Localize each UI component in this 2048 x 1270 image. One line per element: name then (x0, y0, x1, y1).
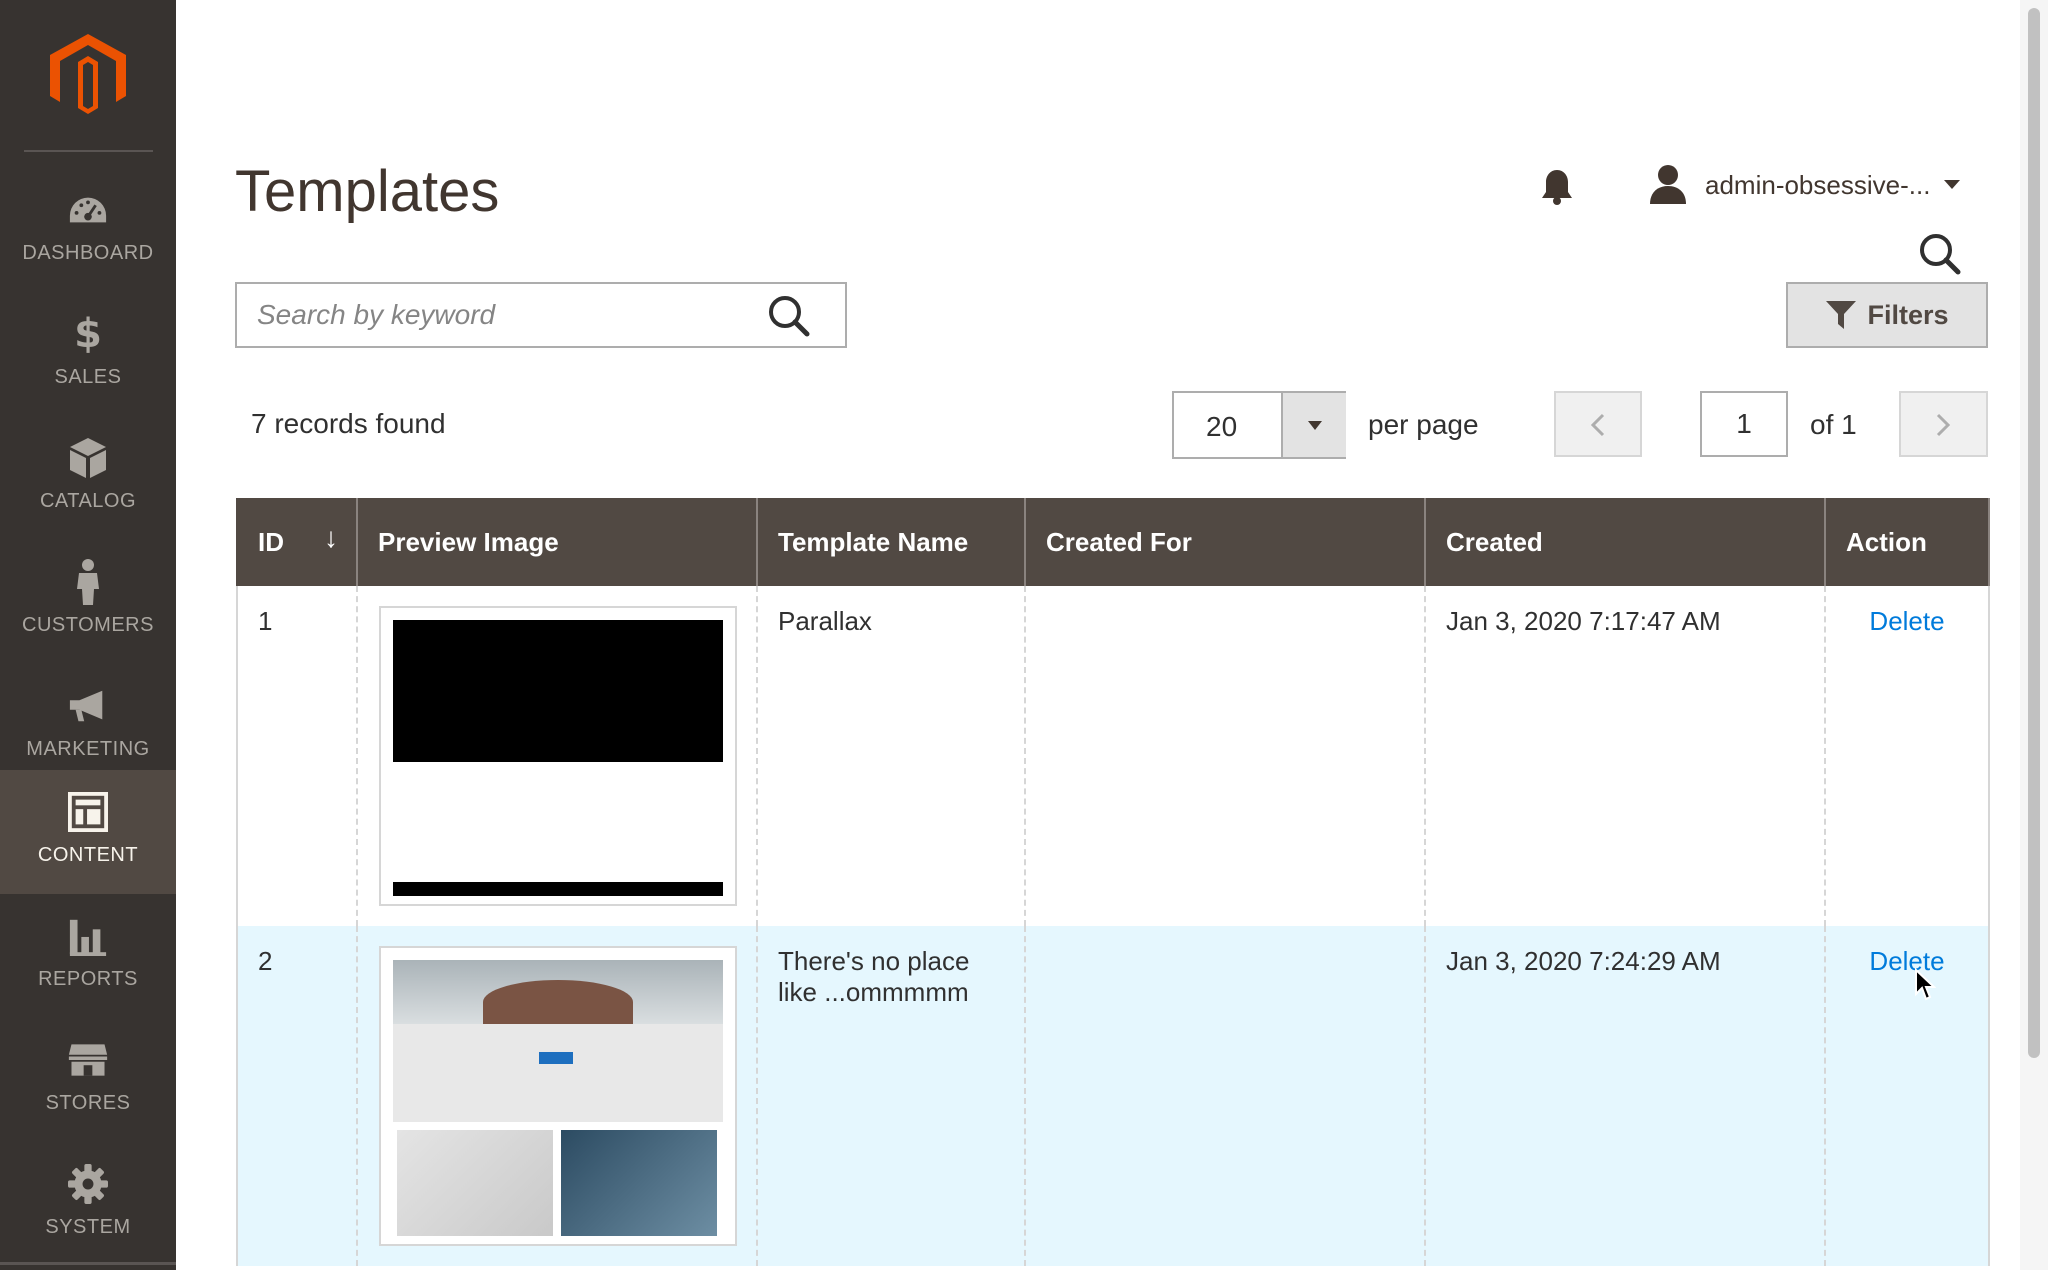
chevron-down-icon[interactable] (1944, 180, 1960, 189)
sidebar-divider (0, 1262, 176, 1265)
search-icon[interactable] (1918, 232, 1962, 276)
cell-template-name: Parallax (756, 586, 1026, 926)
sidebar-item-label: SALES (54, 366, 122, 388)
keyword-search (235, 282, 847, 348)
column-label: Created (1446, 526, 1543, 557)
records-count: 7 records found (251, 408, 446, 439)
sidebar-item-label: REPORTS (38, 968, 138, 990)
sidebar-item-dashboard[interactable]: DASHBOARD (0, 168, 176, 292)
sidebar-item-label: STORES (45, 1092, 131, 1114)
filter-icon (1826, 301, 1857, 329)
sidebar-item-system[interactable]: SYSTEM (0, 1142, 176, 1266)
magento-logo[interactable] (50, 34, 126, 116)
delete-link[interactable]: Delete (1846, 946, 1968, 977)
sidebar-item-catalog[interactable]: CATALOG (0, 416, 176, 540)
preview-hero-button (539, 1052, 573, 1064)
previous-page-button[interactable] (1554, 391, 1642, 457)
chevron-down-icon[interactable] (1281, 393, 1346, 457)
cell-action: Delete (1824, 586, 1990, 926)
gear-icon (68, 1162, 108, 1206)
sidebar-divider (24, 150, 153, 152)
column-label: Action (1846, 526, 1927, 557)
cell-preview-image (356, 586, 758, 926)
preview-image-fitness (561, 1130, 717, 1236)
cell-created: Jan 3, 2020 7:24:29 AM (1424, 926, 1826, 1266)
per-page-label: per page (1368, 409, 1479, 440)
cell-created-for (1024, 926, 1426, 1266)
cell-id: 2 (236, 926, 358, 1266)
preview-hero-rock (483, 980, 633, 1024)
dashboard-icon (68, 188, 108, 232)
megaphone-icon (68, 684, 108, 728)
filters-button[interactable]: Filters (1786, 282, 1988, 348)
column-header-template-name[interactable]: Template Name (756, 498, 1026, 586)
preview-image-yoga (397, 1130, 553, 1236)
column-label: Template Name (778, 526, 969, 557)
sidebar-item-label: SYSTEM (45, 1216, 131, 1238)
table-header-row: ID ↓ Preview Image Template Name Created … (236, 498, 1990, 586)
template-preview-thumbnail[interactable] (379, 606, 737, 906)
sidebar-item-content[interactable]: CONTENT (0, 770, 176, 894)
table-row[interactable]: 2 There's no place like ...ommmmm Jan 3,… (236, 926, 1990, 1266)
person-icon (68, 559, 108, 605)
chevron-right-icon (1936, 413, 1951, 437)
sidebar-item-label: CUSTOMERS (22, 614, 154, 636)
column-header-action: Action (1824, 498, 1990, 586)
column-header-created[interactable]: Created (1424, 498, 1826, 586)
per-page-select[interactable]: 20 (1172, 391, 1346, 459)
user-menu-name[interactable]: admin-obsessive-... (1705, 170, 1930, 201)
sidebar-item-customers[interactable]: CUSTOMERS (0, 540, 176, 664)
column-header-preview-image[interactable]: Preview Image (356, 498, 758, 586)
page-scrollbar[interactable] (2020, 0, 2048, 1270)
page-number-input[interactable] (1700, 391, 1788, 457)
sort-down-arrow-icon: ↓ (324, 522, 338, 553)
user-avatar-icon[interactable] (1648, 164, 1688, 204)
template-preview-thumbnail[interactable] (379, 946, 737, 1246)
sidebar-item-stores[interactable]: STORES (0, 1018, 176, 1142)
admin-sidebar: DASHBOARD $ SALES CATALOG CUSTOMERS MARK… (0, 0, 176, 1270)
layout-icon (68, 790, 108, 834)
chevron-left-icon (1590, 413, 1605, 437)
notifications-bell-icon[interactable] (1540, 168, 1574, 206)
cell-template-name: There's no place like ...ommmmm (756, 926, 1026, 1266)
column-header-created-for[interactable]: Created For (1024, 498, 1426, 586)
next-page-button[interactable] (1899, 391, 1988, 457)
sidebar-item-reports[interactable]: REPORTS (0, 894, 176, 1018)
preview-parallax-bottom (393, 882, 723, 896)
column-header-id[interactable]: ID ↓ (236, 498, 358, 586)
cell-created: Jan 3, 2020 7:17:47 AM (1424, 586, 1826, 926)
sidebar-item-label: CONTENT (37, 844, 139, 866)
dollar-icon: $ (74, 311, 102, 357)
mouse-cursor-icon (1915, 968, 1936, 1001)
templates-grid: ID ↓ Preview Image Template Name Created … (236, 498, 1990, 1266)
delete-link[interactable]: Delete (1846, 606, 1968, 637)
search-icon[interactable] (765, 294, 813, 338)
sidebar-item-label: DASHBOARD (22, 242, 154, 264)
filters-label: Filters (1867, 299, 1949, 330)
page-title: Templates (235, 159, 500, 224)
search-input[interactable] (257, 284, 757, 346)
bar-chart-icon (68, 914, 108, 958)
page-total: of 1 (1810, 409, 1857, 440)
sidebar-item-sales[interactable]: $ SALES (0, 292, 176, 416)
scrollbar-thumb[interactable] (2028, 8, 2040, 1058)
column-label: ID (258, 526, 284, 557)
preview-hero-section (393, 960, 723, 1122)
sidebar-item-label: MARKETING (26, 738, 150, 760)
sidebar-item-label: CATALOG (39, 490, 137, 512)
table-row[interactable]: 1 Parallax Jan 3, 2020 7:17:47 AM Delete (236, 586, 1990, 926)
column-label: Preview Image (378, 526, 559, 557)
store-icon (68, 1038, 108, 1082)
cell-created-for (1024, 586, 1426, 926)
per-page-value: 20 (1206, 411, 1238, 442)
cell-id: 1 (236, 586, 358, 926)
cell-preview-image (356, 926, 758, 1266)
preview-parallax-top (393, 620, 723, 762)
box-icon (68, 436, 108, 480)
cell-action: Delete (1824, 926, 1990, 1266)
column-label: Created For (1046, 526, 1192, 557)
